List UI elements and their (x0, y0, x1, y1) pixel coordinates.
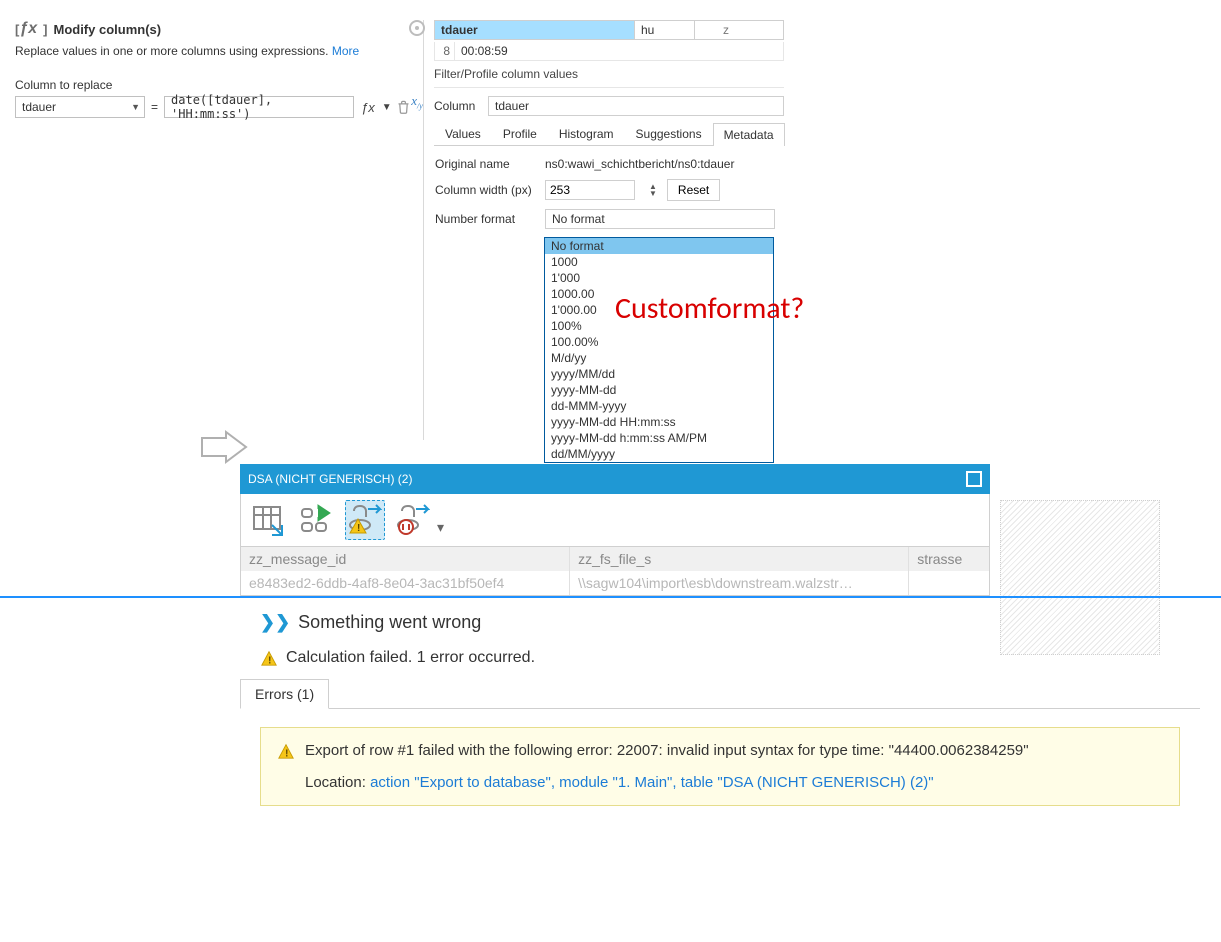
format-option[interactable]: dd-MMM-yyyy (545, 398, 773, 414)
errors-tabs: Errors (1) (240, 679, 1200, 709)
tab-histogram[interactable]: Histogram (548, 122, 625, 145)
column-width-label: Column width (px) (435, 183, 535, 197)
row-value: 00:08:59 (455, 42, 783, 60)
location-label: Location: (305, 774, 366, 791)
table-row[interactable]: e8483ed2-6ddb-4af8-8e04-3ac31bf50ef4 \\s… (241, 571, 989, 595)
cell-strasse (909, 571, 989, 595)
format-option[interactable]: M/d/yy (545, 350, 773, 366)
open-table-icon[interactable] (249, 500, 289, 540)
cell-message-id: e8483ed2-6ddb-4af8-8e04-3ac31bf50ef4 (241, 571, 570, 595)
format-option[interactable]: yyyy-MM-dd h:mm:ss AM/PM (545, 430, 773, 446)
chevrons-icon: ❯❯ (260, 612, 290, 633)
format-option[interactable]: 100.00% (545, 334, 773, 350)
column-to-replace-label: Column to replace (15, 78, 415, 92)
format-option[interactable]: 1'000 (545, 270, 773, 286)
variable-icon[interactable]: x/y (411, 94, 423, 111)
format-option[interactable]: 1000 (545, 254, 773, 270)
steps-icon[interactable] (297, 500, 337, 540)
more-link[interactable]: More (332, 44, 359, 58)
step-indicator-icon (409, 20, 425, 36)
minimize-button[interactable] (940, 470, 958, 488)
original-name-value: ns0:wawi_schichtbericht/ns0:tdauer (545, 157, 783, 171)
format-option[interactable]: yyyy/MM/dd (545, 366, 773, 382)
delete-row-button[interactable] (396, 99, 411, 115)
cell-fs-file: \\sagw104\import\esb\downstream.walzstr… (570, 571, 909, 595)
error-message: Export of row #1 failed with the followi… (305, 742, 1029, 759)
window-title-bar: DSA (NICHT GENERISCH) (2) (240, 464, 990, 494)
tabs: Values Profile Histogram Suggestions Met… (434, 122, 784, 146)
col-message-id[interactable]: zz_message_id (241, 547, 570, 571)
error-box: ! Export of row #1 failed with the follo… (260, 727, 1180, 806)
svg-text:!: ! (357, 523, 360, 534)
equals-sign: = (149, 100, 160, 114)
format-option[interactable]: No format (545, 238, 773, 254)
location-link[interactable]: action "Export to database", module "1. … (370, 774, 934, 791)
column-name-field[interactable]: tdauer (488, 96, 784, 116)
table-toolbar: ! ▾ (240, 494, 990, 547)
calc-failed-line: ! Calculation failed. 1 error occurred. (0, 641, 1221, 679)
col-fs-file[interactable]: zz_fs_file_s (570, 547, 909, 571)
toolbar-overflow-button[interactable]: ▾ (437, 519, 444, 536)
preview-col-tdauer[interactable]: tdauer (435, 21, 635, 39)
annotation-customformat: Customformat? (615, 290, 804, 327)
number-format-select[interactable]: No format (545, 209, 775, 229)
expression-menu-button[interactable]: ▼ (382, 102, 392, 113)
export-pause-icon[interactable] (393, 500, 433, 540)
column-label: Column (434, 99, 478, 113)
original-name-label: Original name (435, 157, 535, 171)
flow-arrow-icon (200, 430, 248, 464)
maximize-button[interactable] (966, 471, 982, 487)
data-grid: zz_message_id zz_fs_file_s strasse e8483… (240, 547, 990, 596)
number-format-label: Number format (435, 212, 535, 226)
window-title: DSA (NICHT GENERISCH) (2) (248, 472, 412, 486)
column-width-input[interactable] (545, 180, 635, 200)
svg-text:!: ! (285, 748, 288, 759)
warning-icon: ! (277, 742, 295, 760)
number-format-dropdown: No format 1000 1'000 1000.00 1'000.00 10… (544, 237, 774, 463)
expression-editor-button[interactable]: ƒx (358, 100, 378, 115)
something-wrong-heading: ❯❯ Something went wrong (0, 598, 1221, 641)
preview-col-z[interactable]: z (695, 21, 735, 39)
col-strasse[interactable]: strasse (909, 547, 989, 571)
expression-input[interactable]: date([tdauer], 'HH:mm:ss') (164, 96, 354, 118)
width-spinner[interactable]: ▲▼ (649, 183, 657, 197)
tab-metadata[interactable]: Metadata (713, 123, 785, 146)
preview-col-hu[interactable]: hu (635, 21, 695, 39)
tab-profile[interactable]: Profile (492, 122, 548, 145)
modify-columns-heading: [ƒx] Modify column(s) (15, 20, 415, 38)
tab-errors[interactable]: Errors (1) (240, 679, 329, 709)
filter-profile-label: Filter/Profile column values (434, 67, 784, 81)
row-index: 8 (435, 42, 455, 60)
format-option[interactable]: dd/MM/yyyy (545, 446, 773, 462)
svg-text:!: ! (268, 655, 271, 666)
reset-width-button[interactable]: Reset (667, 179, 720, 201)
modify-columns-description: Replace values in one or more columns us… (15, 44, 415, 58)
preview-header-row: tdauer hu z (434, 20, 784, 40)
format-option[interactable]: yyyy-MM-dd (545, 382, 773, 398)
column-select[interactable]: tdauer▼ (15, 96, 145, 118)
format-option[interactable]: yyyy-MM-dd HH:mm:ss (545, 414, 773, 430)
export-warning-icon[interactable]: ! (345, 500, 385, 540)
tab-values[interactable]: Values (434, 122, 492, 145)
warning-icon: ! (260, 649, 278, 667)
tab-suggestions[interactable]: Suggestions (625, 122, 713, 145)
preview-data-row: 8 00:08:59 (434, 42, 784, 61)
